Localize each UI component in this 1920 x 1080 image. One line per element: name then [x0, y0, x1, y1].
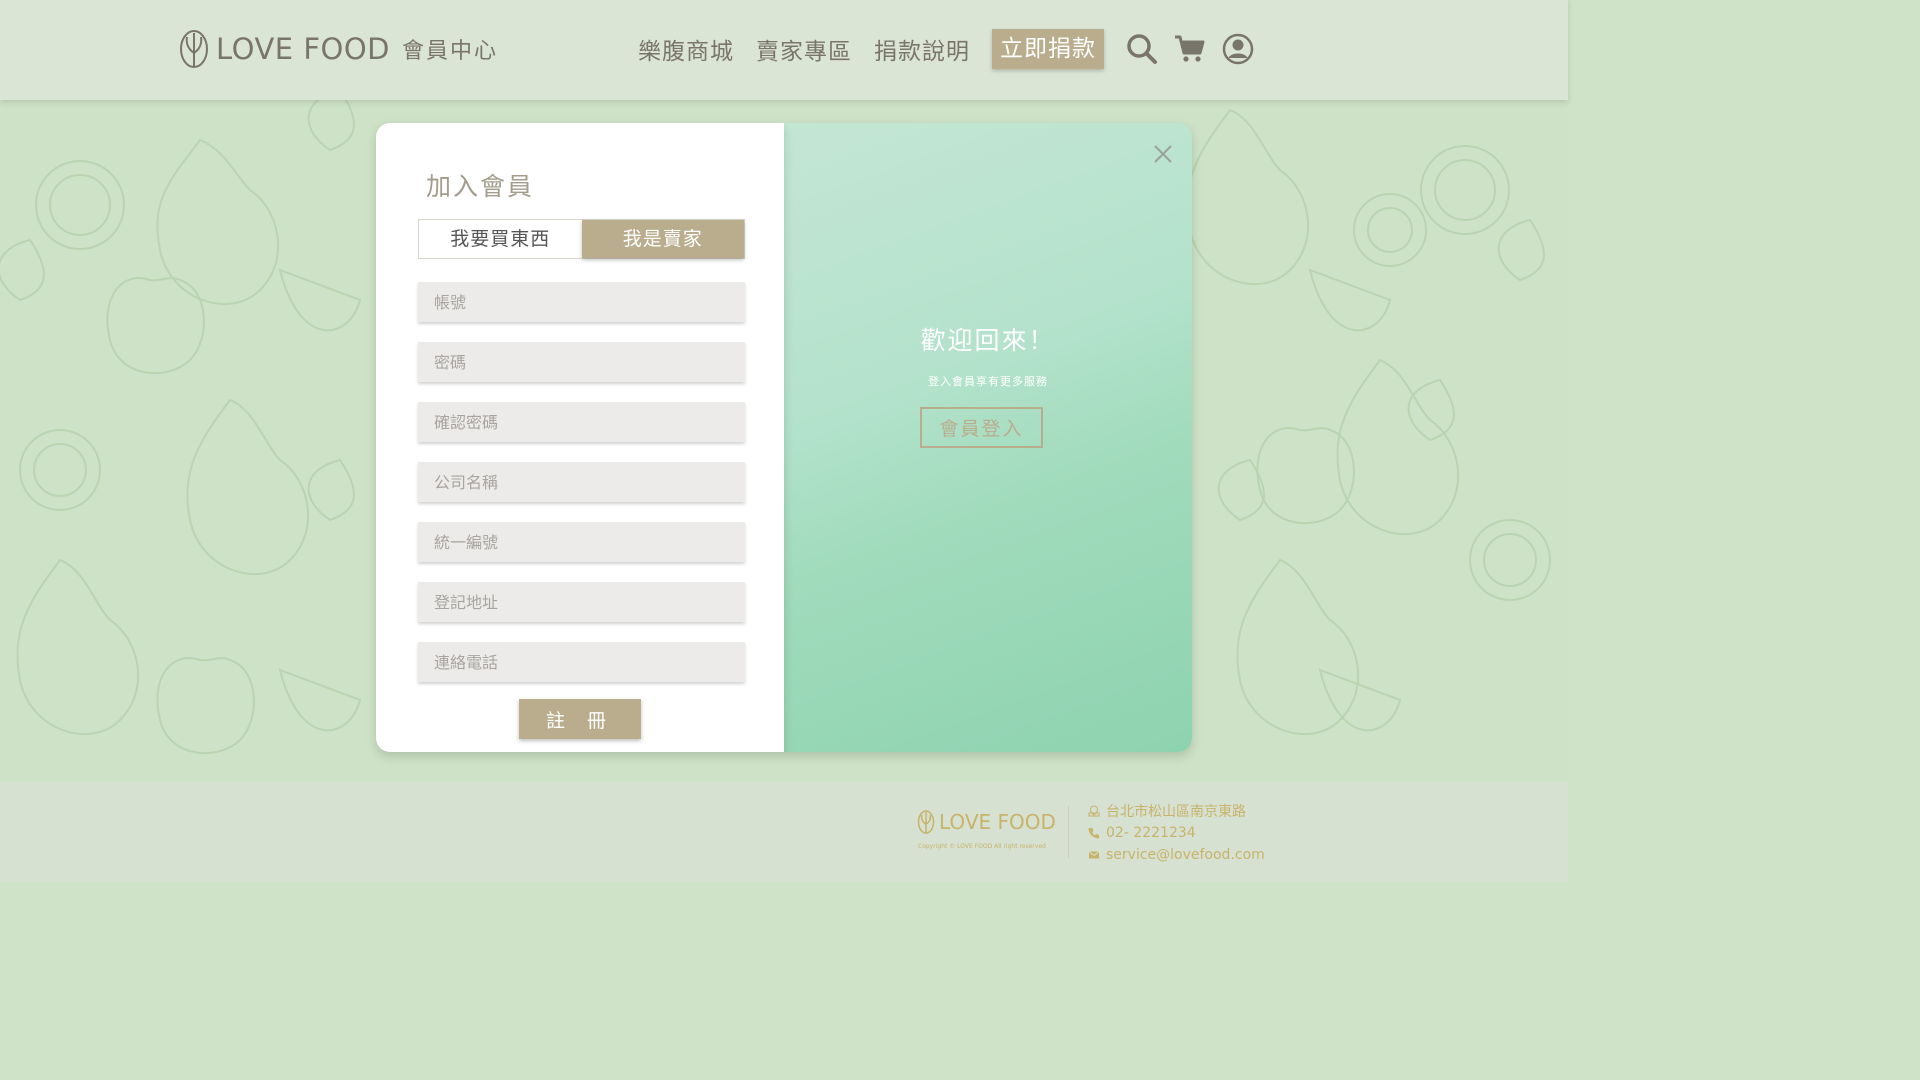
logo-text: LOVE FOOD: [216, 32, 390, 66]
tax-id-input[interactable]: [418, 522, 745, 562]
welcome-title: 歡迎回來！: [920, 326, 1056, 355]
welcome-panel: 歡迎回來！ 登入會員享有更多服務 會員登入: [784, 123, 1192, 752]
register-button[interactable]: 註 冊: [519, 699, 641, 739]
leaf-logo-icon: [917, 810, 935, 834]
nav-link-shop[interactable]: 樂腹商城: [638, 32, 734, 66]
cart-icon[interactable]: [1174, 33, 1206, 65]
tab-seller[interactable]: 我是賣家: [581, 220, 744, 258]
phone-icon: [1088, 828, 1099, 839]
company-name-input[interactable]: [418, 462, 745, 502]
phone-text: 02- 2221234: [1106, 825, 1196, 841]
confirm-password-input[interactable]: [418, 402, 745, 442]
nav-link-donation-info[interactable]: 捐款說明: [874, 32, 970, 66]
mail-icon: [1088, 851, 1100, 859]
contact-info: 台北市松山區南京東路 02- 2221234 service@lovefood.…: [1088, 800, 1265, 866]
address-row: 台北市松山區南京東路: [1088, 800, 1265, 822]
footer-logo-text: LOVE FOOD: [939, 810, 1056, 834]
location-icon: [1088, 805, 1100, 817]
footer: LOVE FOOD Copyright © LOVE FOOD All righ…: [0, 782, 1568, 882]
signup-title: 加入會員: [426, 172, 535, 201]
email-row: service@lovefood.com: [1088, 844, 1265, 866]
site-logo[interactable]: LOVE FOOD 會員中心: [178, 28, 498, 70]
member-login-button[interactable]: 會員登入: [920, 407, 1043, 448]
password-input[interactable]: [418, 342, 745, 382]
account-input[interactable]: [418, 282, 745, 322]
user-account-icon[interactable]: [1222, 33, 1254, 65]
donate-now-button[interactable]: 立即捐款: [992, 29, 1104, 69]
close-icon[interactable]: [1152, 143, 1174, 165]
email-text[interactable]: service@lovefood.com: [1106, 847, 1265, 863]
signup-panel: 加入會員 我要買東西 我是賣家 註 冊: [376, 123, 784, 752]
copyright-text: Copyright © LOVE FOOD All right reserved: [918, 843, 1046, 850]
footer-divider: [1068, 806, 1069, 858]
leaf-logo-icon: [180, 30, 208, 68]
tab-buyer[interactable]: 我要買東西: [419, 220, 582, 258]
phone-row: 02- 2221234: [1088, 822, 1265, 844]
contact-phone-input[interactable]: [418, 642, 745, 682]
top-navbar: LOVE FOOD 會員中心 樂腹商城 賣家專區 捐款說明 立即捐款: [0, 0, 1568, 100]
member-center-label: 會員中心: [401, 39, 498, 64]
footer-logo: LOVE FOOD: [917, 810, 1056, 834]
main-nav: 樂腹商城 賣家專區 捐款說明 立即捐款: [638, 28, 1270, 70]
registered-address-input[interactable]: [418, 582, 745, 622]
address-text: 台北市松山區南京東路: [1106, 804, 1246, 820]
search-icon[interactable]: [1126, 33, 1158, 65]
nav-link-seller[interactable]: 賣家專區: [756, 32, 852, 66]
account-type-tabs: 我要買東西 我是賣家: [418, 219, 745, 259]
welcome-subtitle: 登入會員享有更多服務: [928, 375, 1048, 388]
